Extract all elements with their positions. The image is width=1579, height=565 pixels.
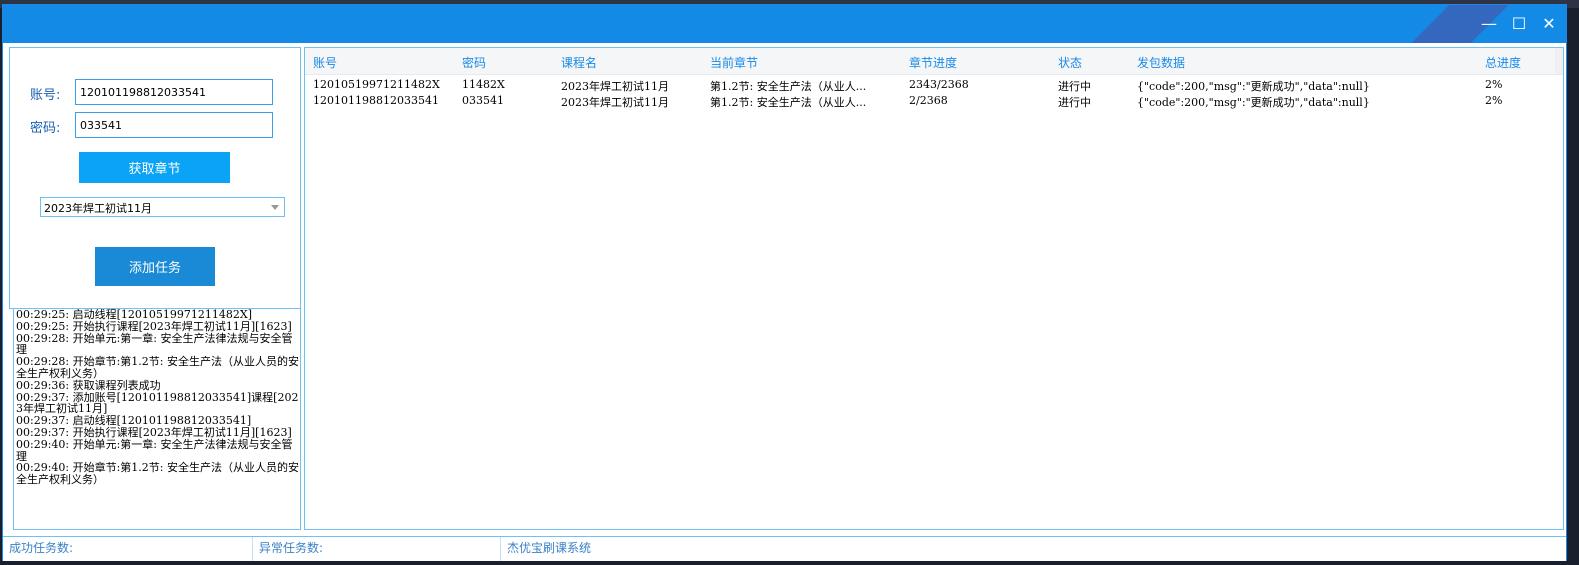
password-input[interactable] [75, 112, 273, 138]
header-col-chapter[interactable]: 当前章节 [710, 54, 758, 71]
cell-col-chapter: 第1.2节: 安全生产法（从业人... [710, 96, 867, 109]
account-input[interactable] [75, 79, 273, 105]
header-col-status[interactable]: 状态 [1058, 54, 1082, 71]
password-label: 密码: [30, 121, 61, 136]
cell-col-course: 2023年焊工初试11月 [561, 80, 669, 93]
cell-col-password: 11482X [462, 78, 505, 91]
log-line: 00:29:36: 获取课程列表成功 [16, 378, 161, 392]
header-col-password[interactable]: 密码 [462, 54, 486, 71]
minimize-icon[interactable]: — [1480, 13, 1498, 33]
cell-col-total-progress: 2% [1485, 78, 1503, 91]
close-icon[interactable]: ✕ [1540, 13, 1558, 33]
header-col-total-progress[interactable]: 总进度 [1485, 54, 1521, 71]
add-task-button[interactable]: 添加任务 [95, 247, 215, 286]
cell-col-course: 2023年焊工初试11月 [561, 96, 669, 109]
app-window: — ☐ ✕ 账号: 密码: 获取章节 2023年焊工初试11月 添加任务 00:… [2, 4, 1567, 561]
cell-col-response: {"code":200,"msg":"更新成功","data":null} [1137, 80, 1370, 93]
log-line: 00:29:25: 开始执行课程[2023年焊工初试11月][1623] [16, 319, 292, 333]
cell-col-chapter-progress: 2/2368 [909, 94, 948, 107]
account-label: 账号: [30, 88, 61, 103]
title-bar[interactable]: — ☐ ✕ [3, 5, 1566, 43]
log-line: 00:29:28: 开始章节:第1.2节: 安全生产法（从业人员的安全生产权利义… [16, 355, 300, 380]
cell-col-account: 120101198812033541 [313, 94, 439, 107]
maximize-icon[interactable]: ☐ [1510, 13, 1528, 33]
table-header: 账号 密码 课程名 当前章节 章节进度 状态 发包数据 总进度 [305, 48, 1563, 75]
log-line: 00:29:40: 开始单元:第一章: 安全生产法律法规与安全管理 [16, 437, 293, 463]
cell-col-total-progress: 2% [1485, 94, 1503, 107]
log-line: 00:29:28: 开始单元:第一章: 安全生产法律法规与安全管理 [16, 331, 293, 357]
success-count-label: 成功任务数: [3, 537, 253, 561]
course-select[interactable]: 2023年焊工初试11月 [40, 197, 285, 217]
header-col-course[interactable]: 课程名 [561, 54, 597, 71]
table-row[interactable]: 120101198812033541 033541 2023年焊工初试11月 第1.2… [305, 94, 1563, 110]
chevron-down-icon [271, 205, 279, 210]
cell-col-chapter-progress: 2343/2368 [909, 78, 969, 91]
cell-col-response: {"code":200,"msg":"更新成功","data":null} [1137, 96, 1370, 109]
app-name-label: 杰优宝刷课系统 [507, 541, 592, 555]
task-form-panel: 账号: 密码: 获取章节 2023年焊工初试11月 添加任务 [9, 47, 301, 309]
task-table: 账号 密码 课程名 当前章节 章节进度 状态 发包数据 总进度 120105199712114… [304, 47, 1564, 530]
cell-col-password: 033541 [462, 94, 504, 107]
log-panel[interactable]: 00:29:25: 启动线程[12010519971211482X] 00:29:… [13, 308, 301, 530]
header-col-chapter-progress[interactable]: 章节进度 [909, 54, 957, 71]
header-col-account[interactable]: 账号 [313, 54, 337, 71]
cell-col-status: 进行中 [1058, 96, 1091, 109]
log-list: 00:29:25: 启动线程[12010519971211482X] 00:29:… [14, 309, 300, 486]
error-count-label: 异常任务数: [253, 537, 501, 561]
log-line: 00:29:37: 开始执行课程[2023年焊工初试11月][1623] [16, 425, 292, 439]
cell-col-chapter: 第1.2节: 安全生产法（从业人... [710, 80, 867, 93]
log-line: 00:29:37: 添加账号[120101198812033541]课程[202… [16, 390, 299, 416]
scrollbar[interactable] [1555, 48, 1563, 74]
course-select-value: 2023年焊工初试11月 [44, 202, 152, 215]
cell-col-status: 进行中 [1058, 80, 1091, 93]
status-bar: 成功任务数: 异常任务数: 杰优宝刷课系统 [3, 536, 1566, 561]
cell-col-account: 12010519971211482X [313, 78, 440, 91]
header-col-response[interactable]: 发包数据 [1137, 54, 1185, 71]
window-controls: — ☐ ✕ [1480, 13, 1558, 33]
log-line: 00:29:40: 开始章节:第1.2节: 安全生产法（从业人员的安全生产权利义… [16, 461, 300, 487]
fetch-chapters-button[interactable]: 获取章节 [79, 152, 230, 183]
table-row[interactable]: 12010519971211482X 11482X 2023年焊工初试11月 第1.2… [305, 78, 1563, 94]
